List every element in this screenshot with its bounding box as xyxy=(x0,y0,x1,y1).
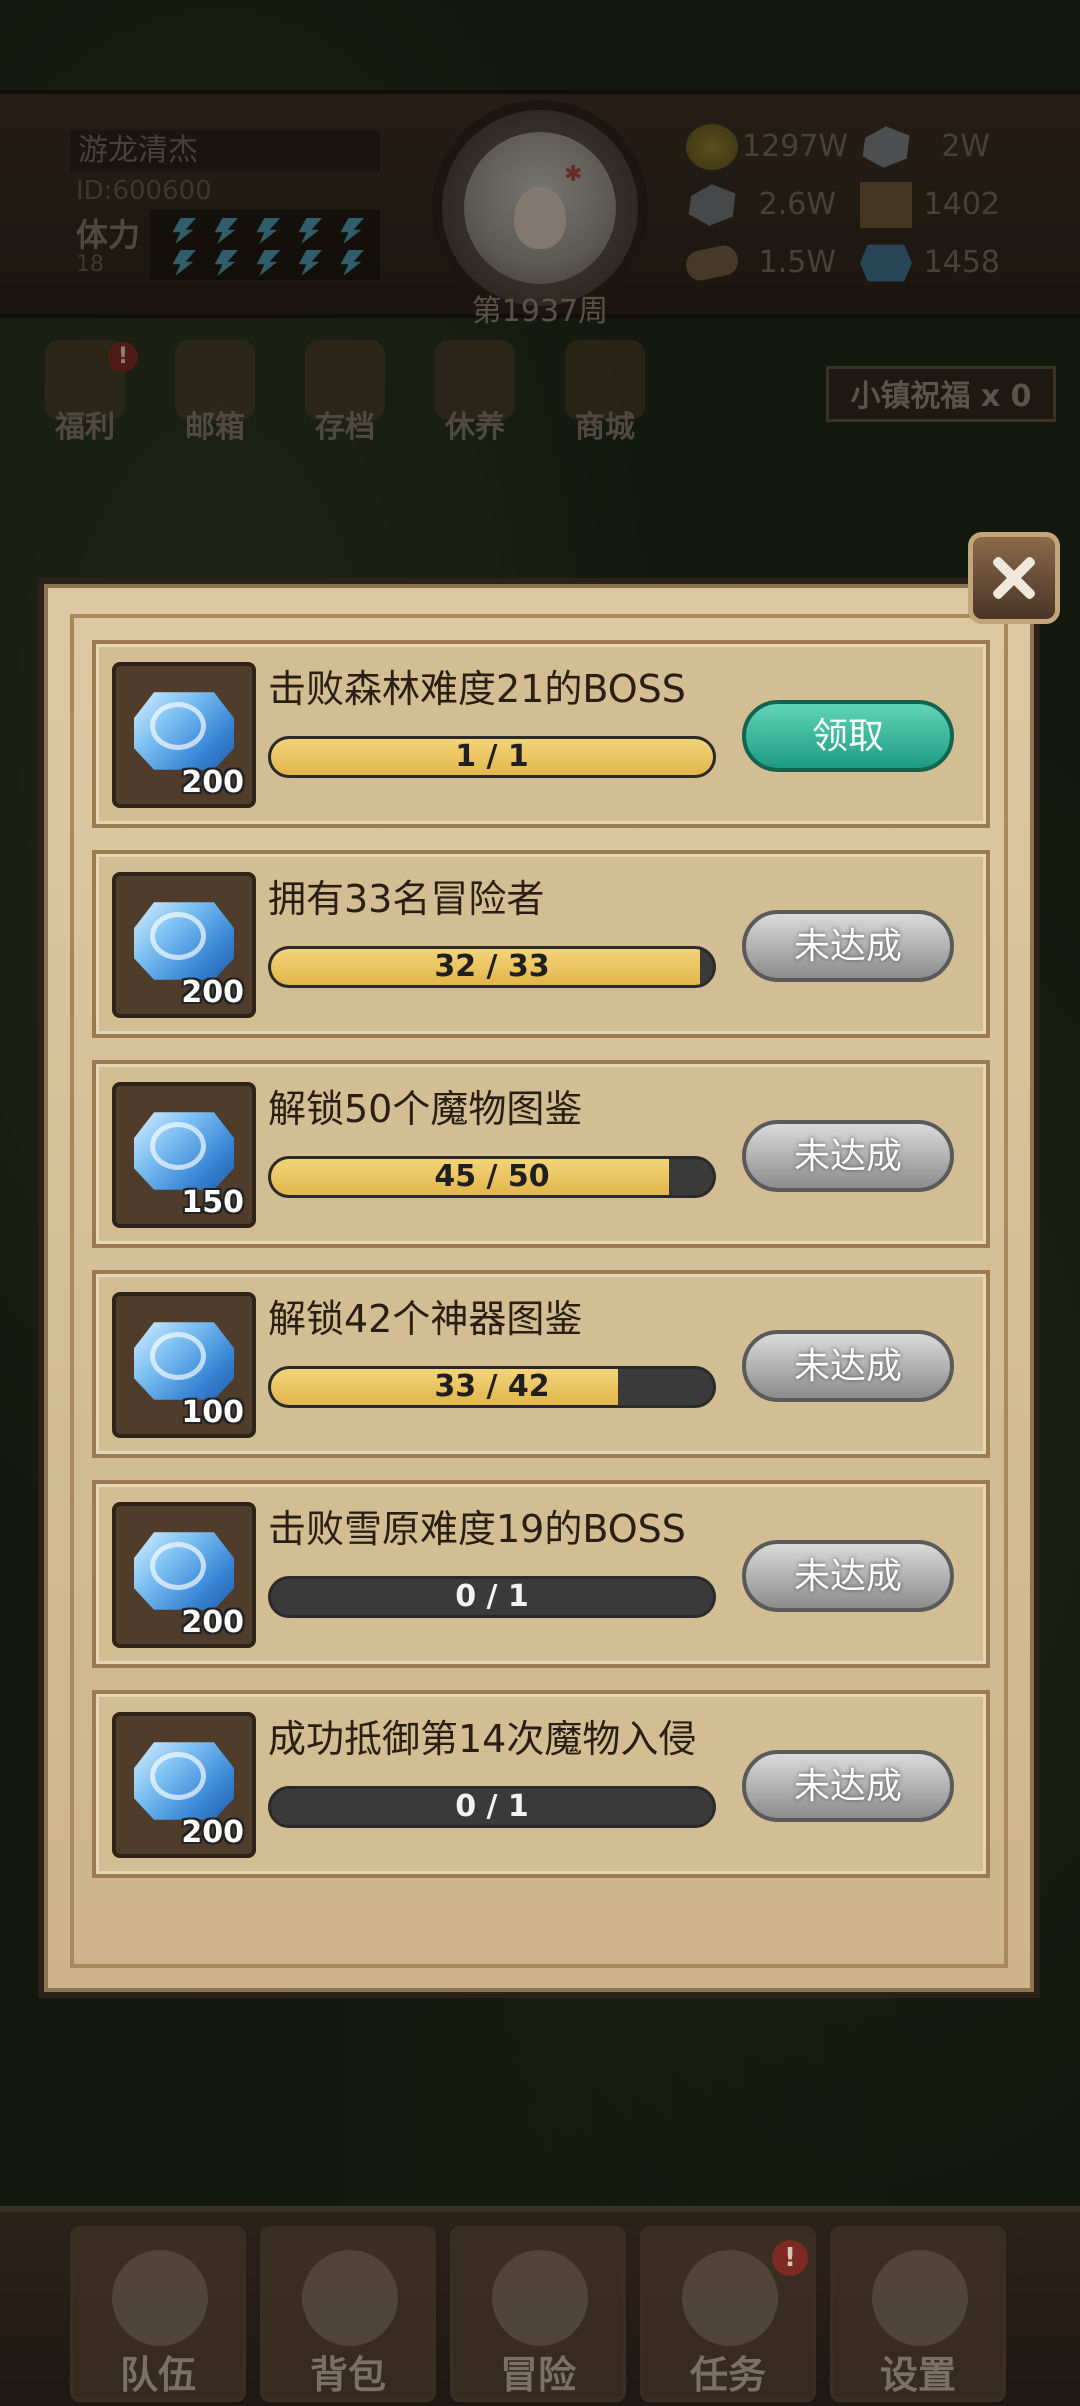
claim-button[interactable]: 领取 xyxy=(742,700,954,772)
not-achieved-button[interactable]: 未达成 xyxy=(742,1120,954,1192)
quest-row: 200 拥有33名冒险者 32 / 33 未达成 xyxy=(92,850,990,1038)
reward-amount: 100 xyxy=(181,1395,244,1430)
close-button[interactable] xyxy=(968,532,1060,624)
backpack-icon xyxy=(302,2250,398,2346)
progress-bar: 0 / 1 xyxy=(268,1576,716,1618)
reward-frame: 200 xyxy=(112,1712,256,1858)
nav-settings[interactable]: 设置 xyxy=(830,2226,1006,2402)
reward-amount: 200 xyxy=(181,1815,244,1850)
progress-text: 33 / 42 xyxy=(434,1369,550,1404)
progress-bar: 32 / 33 xyxy=(268,946,716,988)
crystal-swirl xyxy=(150,912,206,960)
not-achieved-button[interactable]: 未达成 xyxy=(742,1330,954,1402)
quest-title: 解锁42个神器图鉴 xyxy=(268,1297,583,1341)
progress-bar: 45 / 50 xyxy=(268,1156,716,1198)
crystal-swirl xyxy=(150,1332,206,1380)
quest-row: 200 成功抵御第14次魔物入侵 0 / 1 未达成 xyxy=(92,1690,990,1878)
progress-text: 0 / 1 xyxy=(455,1579,529,1614)
progress-text: 1 / 1 xyxy=(455,739,529,774)
not-achieved-button[interactable]: 未达成 xyxy=(742,1540,954,1612)
helmet-icon xyxy=(112,2250,208,2346)
reward-amount: 200 xyxy=(181,1605,244,1640)
progress-bar: 33 / 42 xyxy=(268,1366,716,1408)
reward-frame: 150 xyxy=(112,1082,256,1228)
progress-bar: 1 / 1 xyxy=(268,736,716,778)
quest-title: 拥有33名冒险者 xyxy=(268,877,545,921)
reward-amount: 150 xyxy=(181,1185,244,1220)
bottom-nav: 队伍 背包 冒险 ! 任务 设置 xyxy=(0,2206,1080,2406)
quest-title: 成功抵御第14次魔物入侵 xyxy=(268,1717,697,1761)
reward-frame: 200 xyxy=(112,662,256,808)
reward-frame: 200 xyxy=(112,1502,256,1648)
reward-amount: 200 xyxy=(181,765,244,800)
progress-text: 0 / 1 xyxy=(455,1789,529,1824)
quest-row: 150 解锁50个魔物图鉴 45 / 50 未达成 xyxy=(92,1060,990,1248)
reward-amount: 200 xyxy=(181,975,244,1010)
gear-icon xyxy=(872,2250,968,2346)
progress-text: 45 / 50 xyxy=(434,1159,550,1194)
quest-title: 击败雪原难度19的BOSS xyxy=(268,1507,686,1551)
not-achieved-button[interactable]: 未达成 xyxy=(742,910,954,982)
progress-bar: 0 / 1 xyxy=(268,1786,716,1828)
reward-frame: 200 xyxy=(112,872,256,1018)
nav-adventure[interactable]: 冒险 xyxy=(450,2226,626,2402)
crystal-swirl xyxy=(150,1122,206,1170)
quest-row: 200 击败雪原难度19的BOSS 0 / 1 未达成 xyxy=(92,1480,990,1668)
notification-badge: ! xyxy=(772,2240,808,2276)
nav-backpack[interactable]: 背包 xyxy=(260,2226,436,2402)
quest-row: 200 击败森林难度21的BOSS 1 / 1 领取 xyxy=(92,640,990,828)
nav-quests[interactable]: ! 任务 xyxy=(640,2226,816,2402)
quest-scroll-icon xyxy=(682,2250,778,2346)
quest-title: 解锁50个魔物图鉴 xyxy=(268,1087,583,1131)
nav-team[interactable]: 队伍 xyxy=(70,2226,246,2402)
quest-row: 100 解锁42个神器图鉴 33 / 42 未达成 xyxy=(92,1270,990,1458)
quest-title: 击败森林难度21的BOSS xyxy=(268,667,686,711)
crossed-swords-icon xyxy=(492,2250,588,2346)
crystal-swirl xyxy=(150,702,206,750)
progress-text: 32 / 33 xyxy=(434,949,550,984)
crystal-swirl xyxy=(150,1752,206,1800)
reward-frame: 100 xyxy=(112,1292,256,1438)
not-achieved-button[interactable]: 未达成 xyxy=(742,1750,954,1822)
crystal-swirl xyxy=(150,1542,206,1590)
